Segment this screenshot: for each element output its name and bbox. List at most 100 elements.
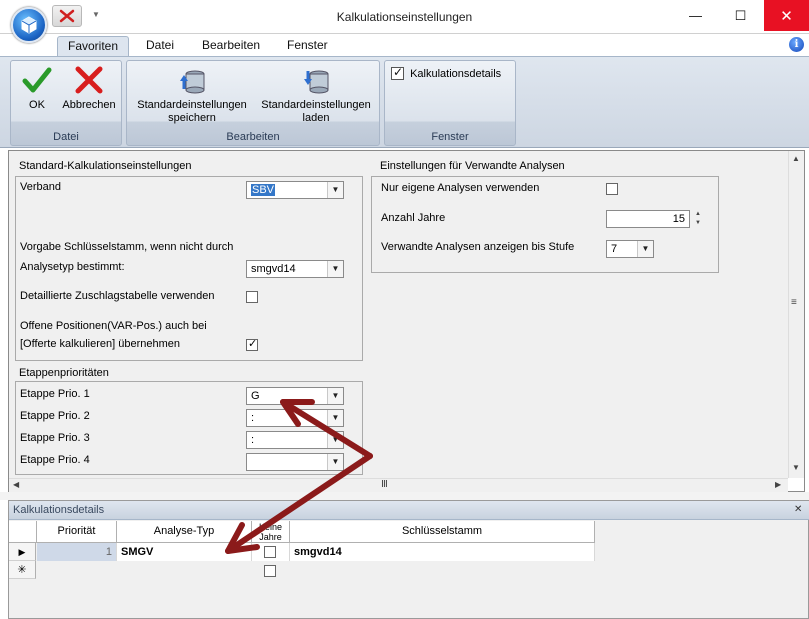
verwandte-title: Einstellungen für Verwandte Analysen (380, 160, 565, 172)
stufe-value: 7 (611, 243, 618, 255)
grid-corner-header (9, 521, 37, 543)
load-defaults-label-line1: Standardeinstellungen (261, 99, 371, 111)
prio1-combo[interactable]: G ▼ (246, 387, 344, 405)
schluessel-value: smgvd14 (251, 263, 296, 275)
chevron-down-icon[interactable]: ▼ (327, 182, 343, 198)
cube-icon (21, 16, 37, 34)
cancel-x-icon (75, 66, 103, 94)
tab-fenster[interactable]: Fenster (277, 36, 338, 56)
tab-datei[interactable]: Datei (136, 36, 184, 56)
ribbon-tab-row: Favoriten Datei Bearbeiten Fenster (0, 34, 809, 56)
column-header-prioritaet[interactable]: Priorität (37, 521, 117, 543)
column-header-keine-jahre[interactable]: Keine Jahre (252, 521, 290, 543)
schluessel-combo[interactable]: smgvd14 ▼ (246, 260, 344, 278)
schluessel-label-line2: Analysetyp bestimmt: (20, 261, 125, 273)
cell-prioritaet[interactable]: 1 (37, 543, 117, 561)
keine-jahre-checkbox[interactable] (264, 546, 276, 558)
load-defaults-button[interactable]: Standardeinstellungen laden (255, 65, 377, 125)
verband-label: Verband (20, 181, 61, 193)
offene-checkbox[interactable] (246, 337, 258, 351)
column-header-schluesselstamm[interactable]: Schlüsselstamm (290, 521, 595, 543)
ok-button-label: OK (29, 99, 45, 111)
save-defaults-label-line2: speichern (168, 112, 216, 124)
checkmark-icon (22, 67, 52, 93)
chevron-down-icon[interactable]: ▼ (327, 410, 343, 426)
new-row-keine-jahre-checkbox[interactable] (264, 565, 276, 577)
etappen-title: Etappenprioritäten (19, 367, 109, 379)
zuschlag-checkbox[interactable] (246, 291, 258, 303)
help-icon[interactable]: i (789, 37, 804, 52)
verband-value: SBV (251, 184, 276, 196)
chevron-down-icon[interactable]: ▼ (327, 432, 343, 448)
horizontal-scrollbar[interactable]: ◀ Ⅲ ▶ (9, 478, 788, 492)
chevron-down-icon[interactable]: ▼ (327, 261, 343, 277)
details-checkbox-label: Kalkulationsdetails (410, 67, 502, 80)
title-bar: ▼ Kalkulationseinstellungen — ☐ ✕ (0, 0, 809, 43)
stufe-label: Verwandte Analysen anzeigen bis Stufe (381, 241, 575, 253)
jahre-spinner[interactable]: 15 (606, 210, 690, 228)
ribbon-group-datei: OK Abbrechen Datei (10, 60, 122, 146)
ribbon-group-fenster: Kalkulationsdetails Fenster (384, 60, 516, 146)
prio3-value: : (251, 434, 255, 446)
save-defaults-label-line1: Standardeinstellungen (137, 99, 247, 111)
save-defaults-button[interactable]: Standardeinstellungen speichern (131, 65, 253, 125)
details-grid-caption: Kalkulationsdetails (9, 501, 809, 520)
scroll-left-icon[interactable]: ◀ (13, 480, 19, 489)
panel-splitter[interactable] (0, 492, 809, 500)
prio4-combo[interactable]: ▼ (246, 453, 344, 471)
schluessel-label-line1: Vorgabe Schlüsselstamm, wenn nicht durch (20, 241, 234, 253)
scroll-up-icon[interactable]: ▲ (792, 154, 800, 163)
cell-analysetyp[interactable]: SMGV (117, 543, 252, 561)
scroll-right-icon[interactable]: ▶ (775, 480, 781, 489)
minimize-button[interactable]: — (673, 0, 718, 31)
prio3-combo[interactable]: : ▼ (246, 431, 344, 449)
prio4-label: Etappe Prio. 4 (20, 454, 90, 466)
close-button[interactable]: ✕ (764, 0, 809, 31)
jahre-spinner-arrows[interactable]: ▲ ▼ (691, 210, 705, 228)
offene-label-line2: [Offerte kalkulieren] übernehmen (20, 338, 180, 350)
verband-combo[interactable]: SBV ▼ (246, 181, 344, 199)
cancel-button[interactable]: Abbrechen (59, 65, 119, 112)
chevron-down-icon[interactable]: ▼ (637, 241, 653, 257)
scroll-down-icon[interactable]: ▼ (792, 463, 800, 472)
application-menu-button[interactable] (11, 7, 47, 43)
chevron-down-icon[interactable]: ▼ (327, 454, 343, 470)
ribbon: OK Abbrechen Datei Standardeinstellungen… (0, 56, 809, 148)
load-defaults-label-line2: laden (302, 112, 330, 124)
database-upload-icon (180, 70, 205, 94)
prio3-label: Etappe Prio. 3 (20, 432, 90, 444)
scroll-thumb-grip-icon[interactable]: ≡ (791, 297, 797, 308)
chevron-down-icon[interactable]: ▼ (327, 388, 343, 404)
eigene-label: Nur eigene Analysen verwenden (381, 182, 540, 194)
stufe-combo[interactable]: 7 ▼ (606, 240, 654, 258)
tab-favoriten[interactable]: Favoriten (57, 36, 130, 56)
ribbon-group-label-bearbeiten: Bearbeiten (226, 131, 280, 143)
column-header-analysetyp[interactable]: Analyse-Typ (117, 521, 252, 543)
database-download-icon (304, 70, 329, 94)
details-grid-panel: Kalkulationsdetails ✕ Priorität Analyse-… (8, 500, 809, 619)
vertical-scrollbar[interactable]: ▲ ≡ ▼ (788, 151, 804, 478)
standard-settings-title: Standard-Kalkulationseinstellungen (19, 160, 192, 172)
details-toggle[interactable]: Kalkulationsdetails (391, 65, 502, 80)
cell-schluesselstamm[interactable]: smgvd14 (290, 543, 595, 561)
hscroll-thumb-grip-icon[interactable]: Ⅲ (381, 479, 388, 490)
jahre-value: 15 (672, 213, 685, 225)
settings-form-content: Standard-Kalkulationseinstellungen Verba… (9, 151, 788, 478)
cancel-button-label: Abbrechen (62, 99, 116, 111)
prio2-label: Etappe Prio. 2 (20, 410, 90, 422)
offene-label-line1: Offene Positionen(VAR-Pos.) auch bei (20, 320, 207, 332)
zuschlag-label: Detaillierte Zuschlagstabelle verwenden (20, 290, 215, 302)
cell-keine-jahre[interactable] (252, 543, 290, 561)
row-selector-new[interactable]: ✳ (9, 561, 36, 579)
tab-bearbeiten[interactable]: Bearbeiten (192, 36, 270, 56)
eigene-checkbox[interactable] (606, 183, 618, 195)
close-icon[interactable]: ✕ (794, 504, 802, 515)
ok-button[interactable]: OK (19, 65, 55, 112)
prio1-value: G (251, 390, 260, 402)
ribbon-group-label-fenster: Fenster (431, 131, 469, 143)
row-selector-current[interactable]: ▶ (9, 543, 36, 561)
maximize-button[interactable]: ☐ (718, 0, 763, 31)
prio2-combo[interactable]: : ▼ (246, 409, 344, 427)
settings-form: Standard-Kalkulationseinstellungen Verba… (8, 150, 805, 492)
details-checkbox[interactable] (391, 65, 404, 80)
